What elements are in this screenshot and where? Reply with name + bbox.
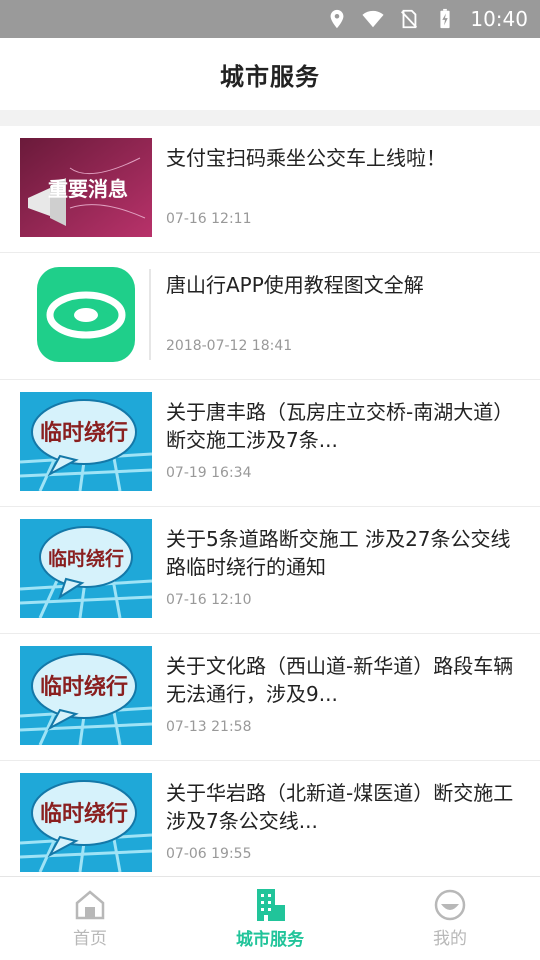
news-date: 2018-07-12 18:41 <box>166 338 293 354</box>
nav-city-services-label: 城市服务 <box>236 930 304 950</box>
news-thumbnail: 临时绕行 <box>20 646 152 745</box>
news-title[interactable]: 唐山行APP使用教程图文全解 <box>166 271 516 299</box>
news-thumbnail: 临时绕行 <box>20 392 152 491</box>
battery-charging-icon <box>440 8 450 29</box>
location-icon <box>330 9 344 29</box>
news-thumbnail <box>20 265 152 364</box>
news-date: 07-06 19:55 <box>166 846 252 862</box>
news-item[interactable]: 临时绕行 关于文化路（西山道-新华道）路段车辆无法通行，涉及9... 07-13… <box>0 634 540 761</box>
city-services-icon <box>257 889 285 921</box>
news-date: 07-13 21:58 <box>166 719 252 735</box>
news-title[interactable]: 关于华岩路（北新道-煤医道）断交施工 涉及7条公交线... <box>166 779 516 835</box>
no-sim-icon <box>401 9 418 29</box>
thumbnail-caption: 临时绕行 <box>48 547 124 570</box>
thumbnail-caption: 重要消息 <box>48 177 128 201</box>
nav-city-services[interactable]: 城市服务 <box>180 877 360 960</box>
thumbnail-caption: 临时绕行 <box>40 674 128 700</box>
news-date: 07-16 12:10 <box>166 592 252 608</box>
news-list[interactable]: 重要消息 支付宝扫码乘坐公交车上线啦！ 07-16 12:11 唐山行APP使用… <box>0 126 540 876</box>
status-bar: 10:40 <box>0 0 540 38</box>
news-thumbnail: 临时绕行 <box>20 773 152 872</box>
news-title[interactable]: 关于文化路（西山道-新华道）路段车辆无法通行，涉及9... <box>166 652 516 708</box>
news-date: 07-16 12:11 <box>166 211 252 227</box>
profile-icon <box>434 889 466 921</box>
nav-home-label: 首页 <box>73 929 107 949</box>
nav-profile[interactable]: 我的 <box>360 877 540 960</box>
news-thumbnail: 重要消息 <box>20 138 152 237</box>
title-bar: 城市服务 <box>0 38 540 110</box>
news-item[interactable]: 唐山行APP使用教程图文全解 2018-07-12 18:41 <box>0 253 540 380</box>
news-thumbnail: 临时绕行 <box>20 519 152 618</box>
news-date: 07-19 16:34 <box>166 465 252 481</box>
status-icons: 10:40 <box>326 0 528 38</box>
thumbnail-caption: 临时绕行 <box>40 420 128 446</box>
page-title: 城市服务 <box>220 62 320 91</box>
home-icon <box>75 890 105 920</box>
news-title[interactable]: 关于5条道路断交施工 涉及27条公交线路临时绕行的通知 <box>166 525 516 581</box>
news-item[interactable]: 临时绕行 关于唐丰路（瓦房庄立交桥-南湖大道）断交施工涉及7条... 07-19… <box>0 380 540 507</box>
wifi-icon <box>362 10 384 28</box>
news-item[interactable]: 重要消息 支付宝扫码乘坐公交车上线啦！ 07-16 12:11 <box>0 126 540 253</box>
news-item[interactable]: 临时绕行 关于5条道路断交施工 涉及27条公交线路临时绕行的通知 07-16 1… <box>0 507 540 634</box>
news-title[interactable]: 支付宝扫码乘坐公交车上线啦！ <box>166 144 516 172</box>
nav-home[interactable]: 首页 <box>0 877 180 960</box>
news-item[interactable]: 临时绕行 关于华岩路（北新道-煤医道）断交施工 涉及7条公交线... 07-06… <box>0 761 540 876</box>
thumbnail-caption: 临时绕行 <box>40 801 128 827</box>
news-title[interactable]: 关于唐丰路（瓦房庄立交桥-南湖大道）断交施工涉及7条... <box>166 398 516 454</box>
header-divider <box>0 110 540 126</box>
status-time: 10:40 <box>470 7 528 31</box>
bottom-navigation: 首页 城市服务 我的 <box>0 876 540 960</box>
nav-profile-label: 我的 <box>433 929 467 949</box>
